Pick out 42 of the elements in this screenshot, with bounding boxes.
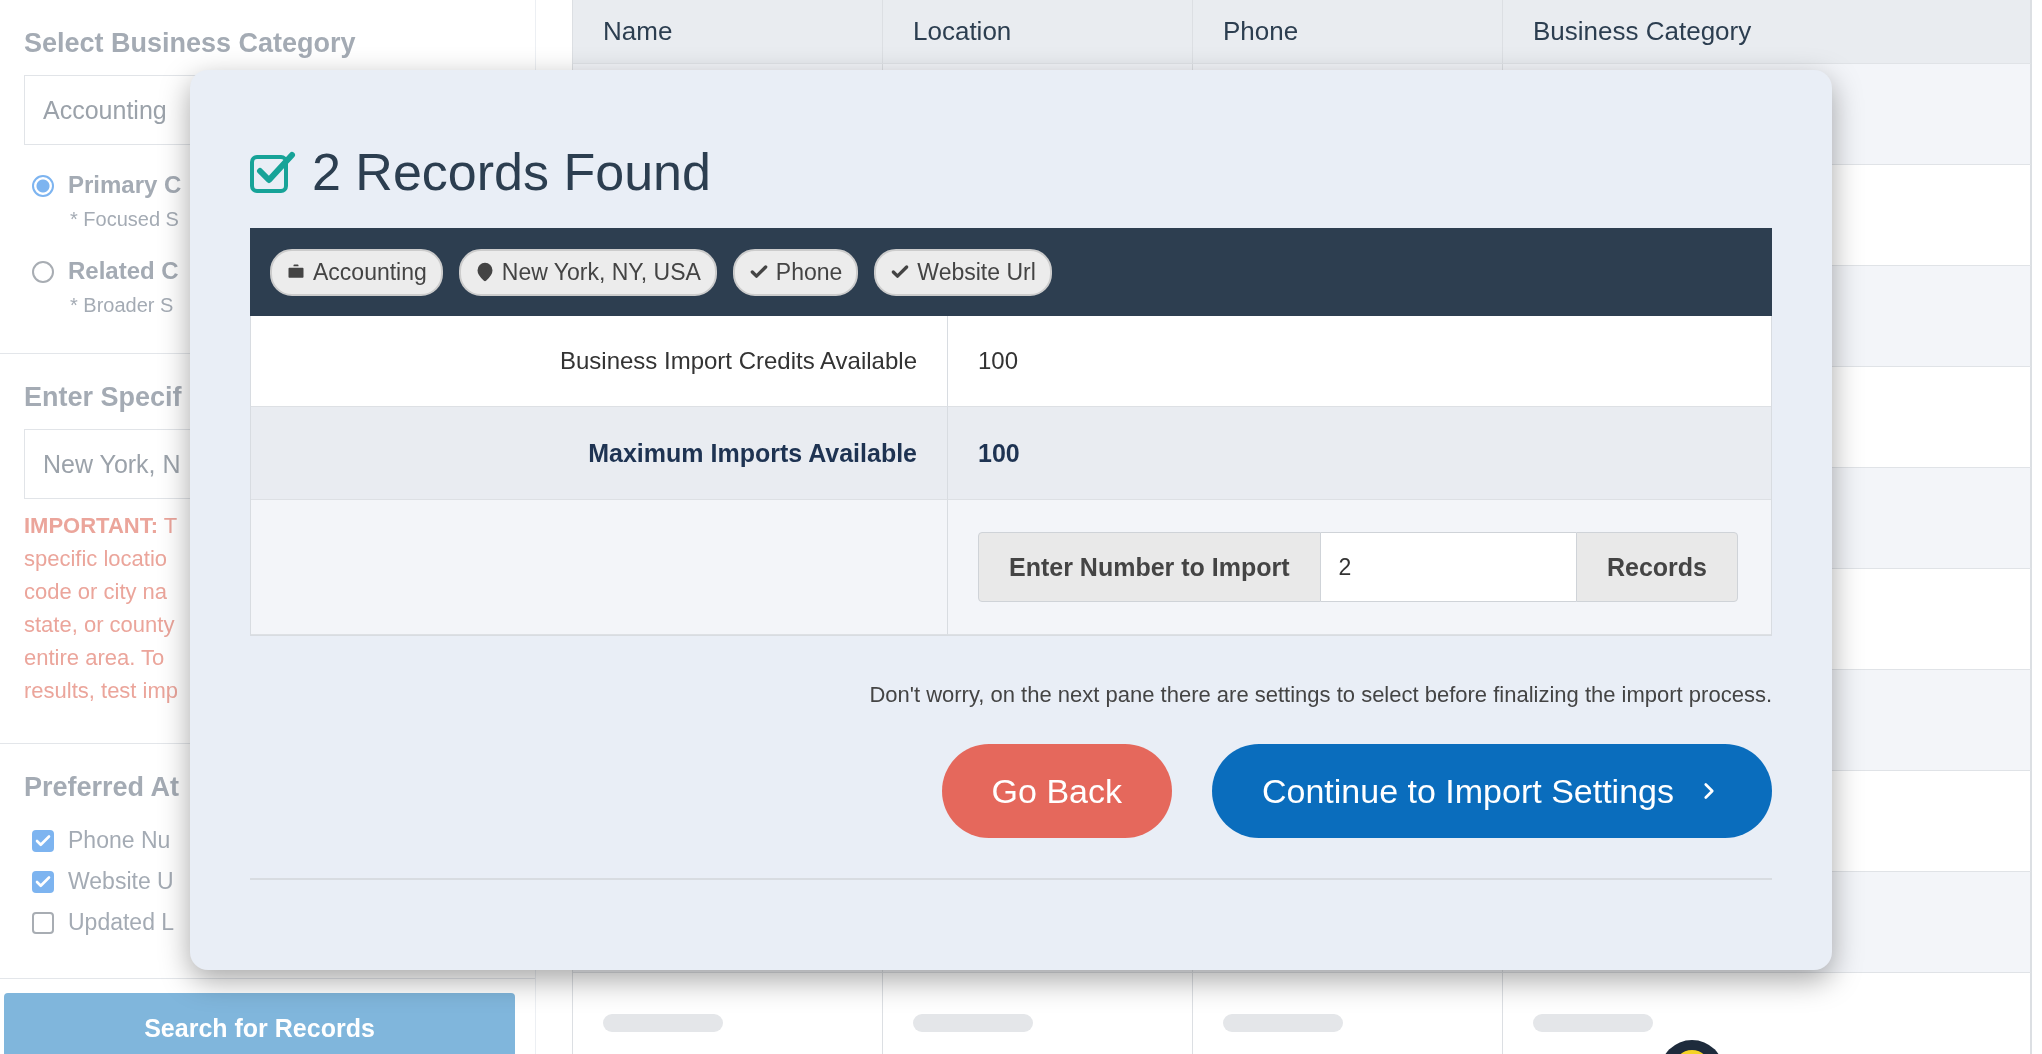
notice-text: entire area. To (24, 644, 166, 672)
notice-text: specific locatio (24, 545, 169, 573)
filter-tag: Website Url (874, 248, 1052, 296)
checkbox-label: Updated L (68, 909, 175, 936)
stat-label: Maximum Imports Available (588, 438, 917, 468)
radio-button[interactable] (32, 175, 54, 197)
notice-text: results, test imp (24, 677, 180, 705)
notice-text: state, or county (24, 611, 176, 639)
continue-button[interactable]: Continue to Import Settings (1212, 744, 1772, 838)
info-text: Don't worry, on the next pane there are settings to select before finalizing the import process. (868, 682, 1772, 708)
notice-text: IMPORTANT: T (24, 512, 179, 540)
field-suffix: Records (1575, 532, 1738, 602)
section-title: Select Business Category (24, 28, 357, 59)
column-header: Location (883, 0, 1193, 63)
checkbox-label: Website U (68, 868, 174, 895)
checkbox-label: Phone Nu (68, 827, 171, 854)
column-header: Phone (1193, 0, 1503, 63)
dialog-title: 2 Records Found (312, 142, 711, 202)
radio-hint: * Focused S (70, 208, 180, 231)
notice-text: code or city na (24, 578, 169, 606)
field-prefix: Enter Number to Import (978, 532, 1321, 602)
checkbox[interactable] (32, 870, 54, 893)
stat-label: Business Import Credits Available (559, 347, 917, 375)
radio-label: Related C (68, 257, 179, 285)
import-count-input[interactable]: 2 (1320, 532, 1576, 602)
briefcase-icon (286, 262, 306, 282)
radio-label: Primary C (68, 171, 182, 199)
radio-hint: * Broader S (70, 294, 175, 317)
filter-tag: Phone (732, 248, 859, 296)
checked-box-icon (250, 151, 296, 193)
filter-tag: Accounting (270, 248, 443, 296)
radio-button[interactable] (32, 261, 54, 283)
filter-tag: New York, NY, USA (458, 248, 717, 296)
checkbox[interactable] (32, 911, 54, 934)
checkbox[interactable] (32, 829, 54, 852)
stat-value: 100 (978, 347, 1019, 375)
section-title: Enter Specif (24, 382, 183, 413)
stat-value: 100 (978, 438, 1020, 468)
column-header: Business Category (1503, 0, 2031, 63)
column-header: Name (573, 0, 883, 63)
section-title: Preferred At (24, 772, 181, 803)
back-button[interactable]: Go Back (941, 744, 1172, 838)
